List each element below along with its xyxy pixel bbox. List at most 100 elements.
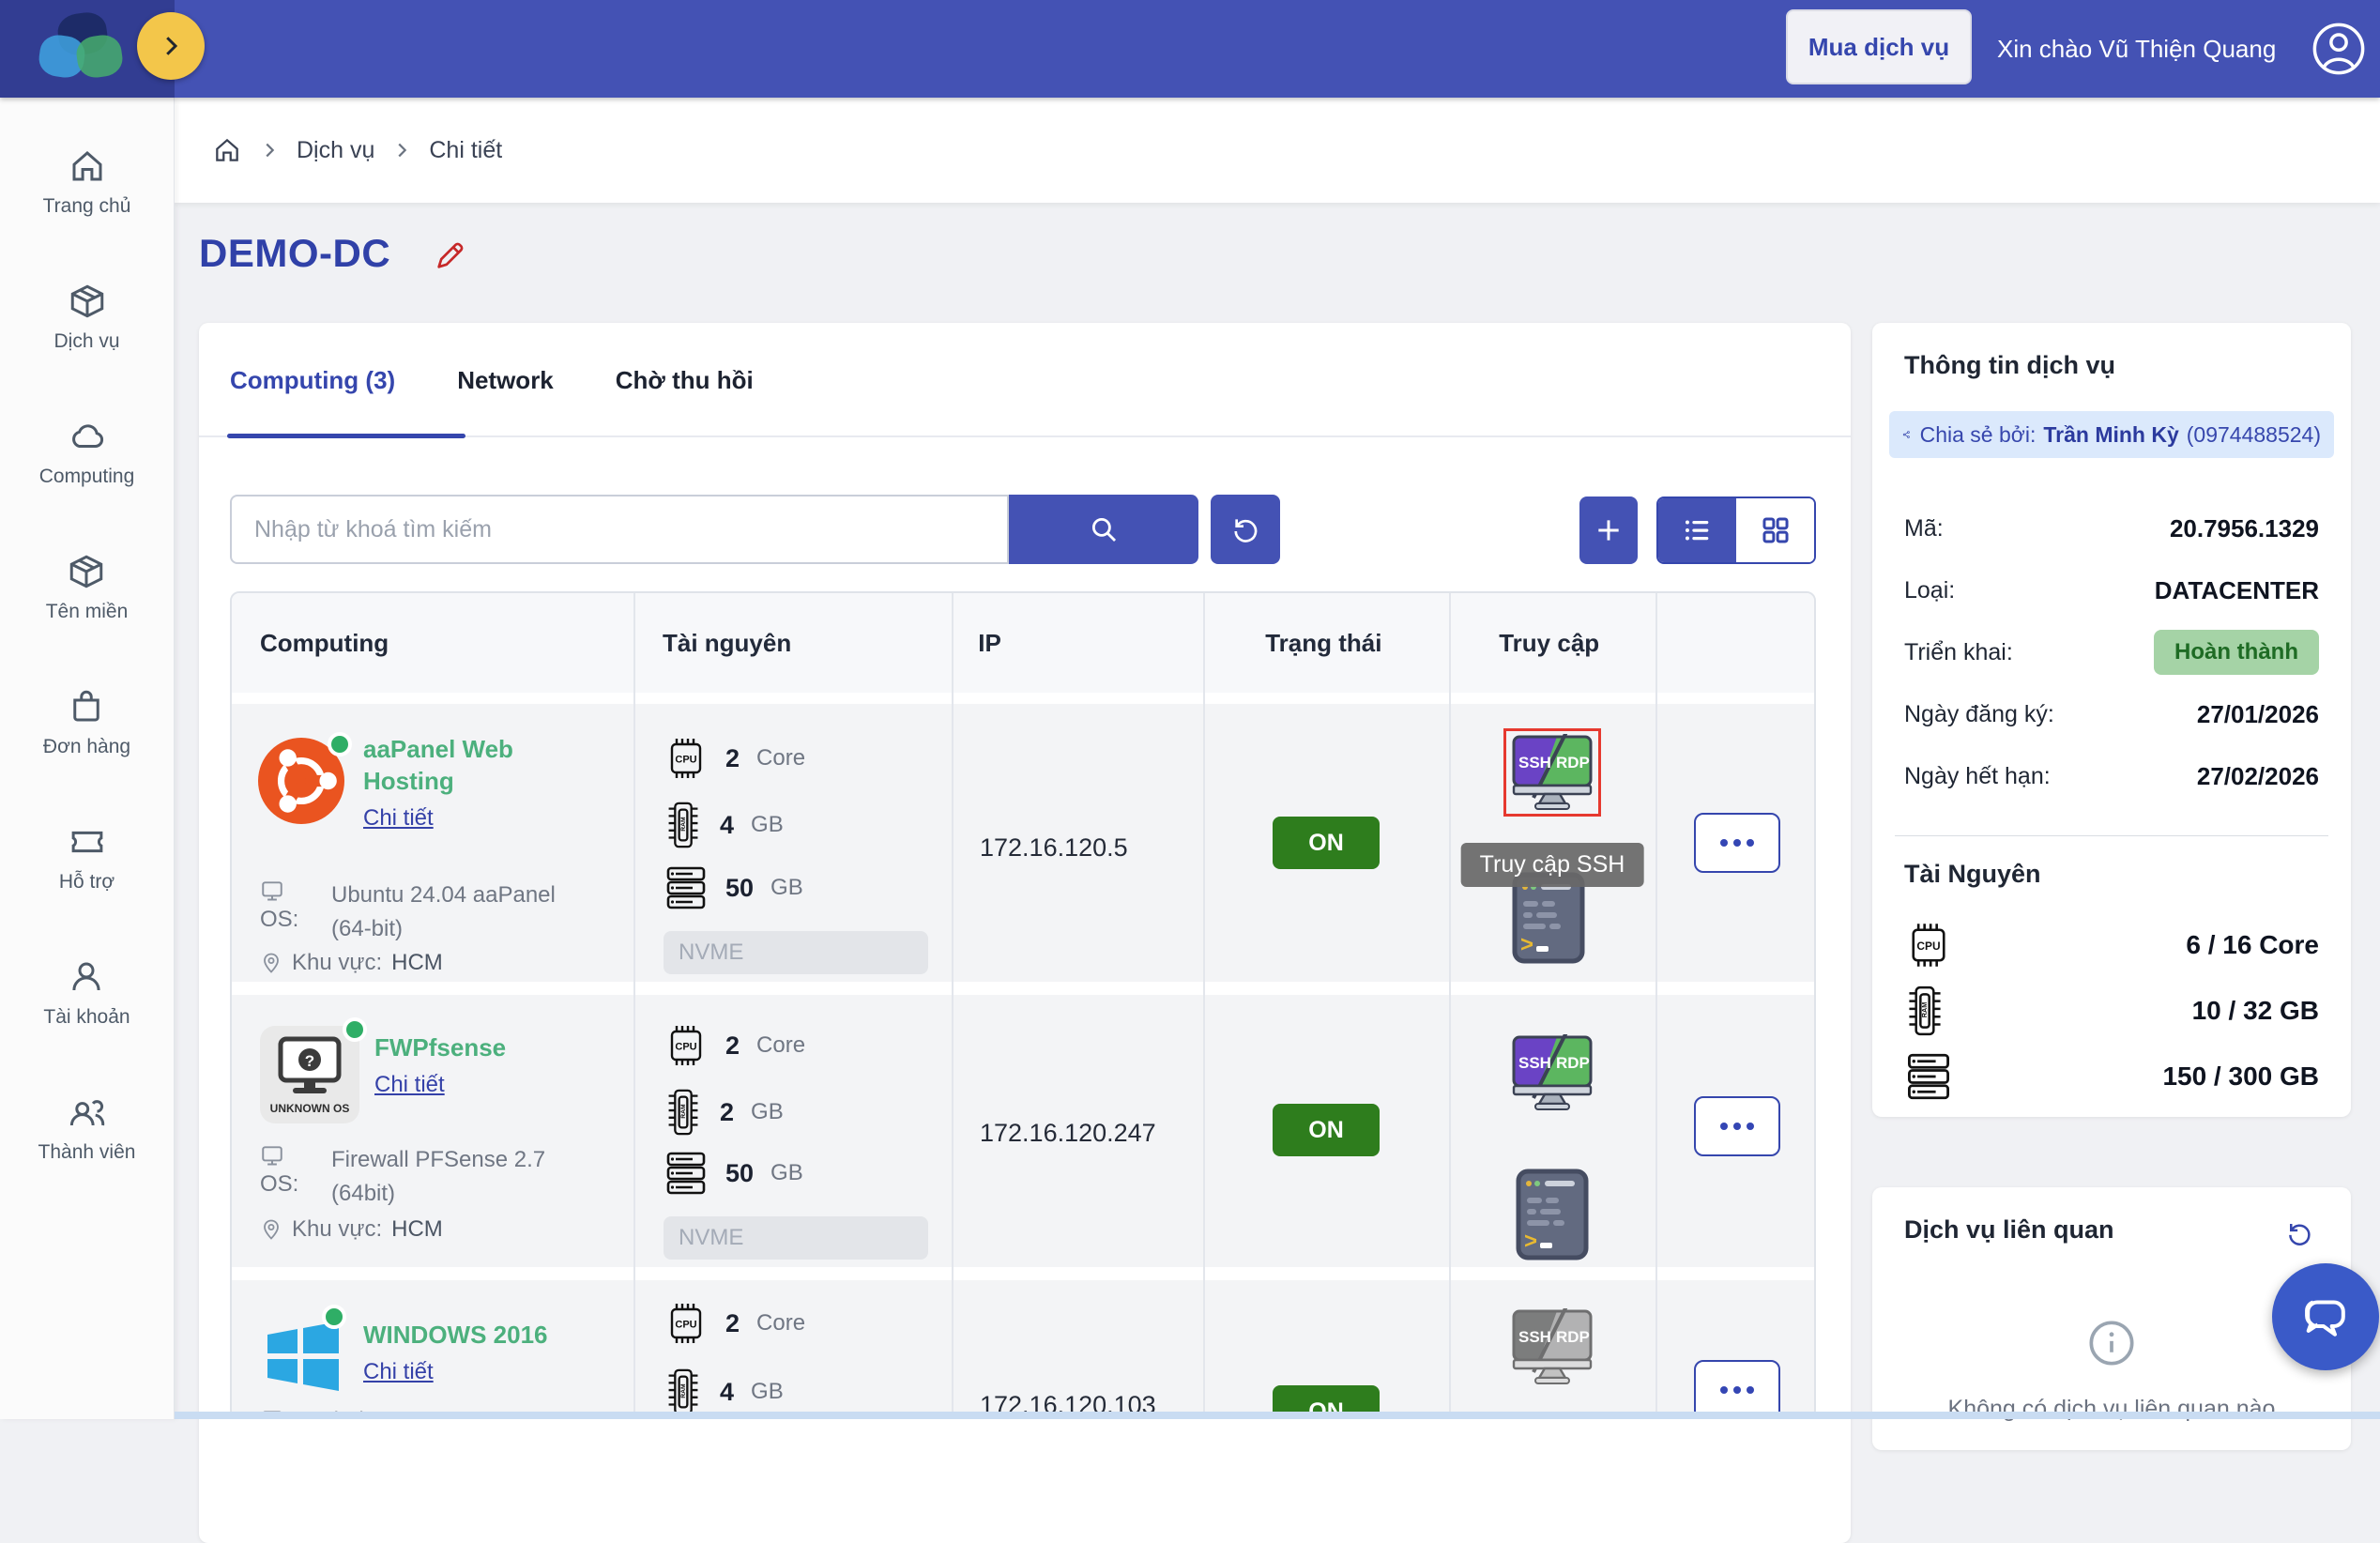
column-divider [952,593,954,1417]
sidebar-item-label: Trang chủ [42,195,131,217]
resource-row-ram: 10 / 32 GB [1904,978,2319,1044]
server-name[interactable]: WINDOWS 2016 [363,1320,617,1352]
disk-value: 50 [725,1158,755,1187]
info-circle-icon [2087,1319,2136,1367]
chevron-right-icon [259,140,280,160]
breadcrumb-services[interactable]: Dịch vụ [297,137,374,164]
shopping-bag-icon [67,687,106,726]
status-dot [328,732,352,756]
view-toggle [1656,497,1816,564]
table-row: FWPfsense Chi tiết OS: Firewall PFSense … [232,995,1814,1267]
grid-view-button[interactable] [1736,498,1814,562]
ram-value: 2 [720,1097,735,1126]
console-access-icon[interactable] [1515,1168,1590,1261]
buy-service-label: Mua dịch vụ [1808,32,1950,61]
code-value: 20.7956.1329 [2169,513,2319,542]
ssh-rdp-access-button[interactable] [1503,728,1601,817]
region-value: HCM [391,950,443,975]
col-header-ip: IP [978,628,1001,657]
user-icon [67,957,106,997]
buy-service-button[interactable]: Mua dịch vụ [1786,9,1972,84]
column-divider [633,593,635,1417]
access-cell [1449,1280,1655,1419]
tab-computing[interactable]: Computing (3) [199,325,426,435]
map-pin-icon [260,1218,282,1241]
sidebar-item-computing[interactable]: Computing [39,417,134,488]
info-row-type: Loại: DATACENTER [1904,559,2319,621]
cpu-unit: Core [756,1310,806,1336]
tab-network[interactable]: Network [426,325,585,435]
ram-icon [664,1087,703,1138]
edit-title-icon[interactable] [434,240,465,272]
sidebar-toggle-button[interactable] [137,12,205,80]
shared-by-phone: (0974488524) [2186,421,2321,447]
home-icon[interactable] [212,135,242,165]
sidebar-item-label: Thành viên [38,1141,136,1163]
sidebar-item-support[interactable]: Hỗ trợ [59,822,114,894]
actions-cell [1655,995,1814,1267]
refresh-icon[interactable] [2285,1219,2313,1247]
status-cell: ON [1203,704,1449,982]
detail-link[interactable]: Chi tiết [363,1359,434,1385]
disk-type-badge: NVME [664,1216,928,1260]
ssh-tooltip: Truy cập SSH [1460,843,1644,887]
cpu-value: 2 [725,1031,740,1060]
search-button[interactable] [1009,495,1198,564]
expires-value: 27/02/2026 [2196,761,2319,790]
more-actions-button[interactable] [1693,813,1780,873]
server-name[interactable]: FWPfsense [374,1032,609,1064]
user-greeting: Xin chào Vũ Thiện Quang [1997,0,2276,98]
sidebar-item-home[interactable]: Trang chủ [42,146,131,218]
detail-link[interactable]: Chi tiết [374,1072,445,1098]
sidebar-item-members[interactable]: Thành viên [38,1092,136,1164]
ip-address: 172.16.120.247 [980,1119,1156,1147]
region-label: Khu vực: [292,1216,383,1242]
column-divider [1655,593,1657,1417]
region-label: Khu vực: [292,950,383,975]
ip-cell: 172.16.120.103 [952,1280,1203,1417]
cpu-total: 6 / 16 Core [2186,930,2319,959]
more-actions-button[interactable] [1693,1096,1780,1156]
ram-unit: GB [751,1099,784,1124]
disk-unit: GB [770,1160,803,1185]
search-input[interactable] [230,495,1009,564]
server-name[interactable]: aaPanel Web Hosting [363,734,607,798]
list-icon [1682,514,1714,546]
sidebar-item-services[interactable]: Dịch vụ [53,282,120,353]
resources-cell: 2 Core 2 GB 50 GB NVME [633,995,952,1267]
home-icon [68,146,107,186]
tab-pending-reclaim[interactable]: Chờ thu hồi [585,325,785,435]
info-row-registered: Ngày đăng ký: 27/01/2026 [1904,683,2319,745]
chat-support-button[interactable] [2272,1263,2379,1370]
tab-bar: Computing (3) Network Chờ thu hồi [199,323,785,437]
list-view-button[interactable] [1658,498,1736,562]
refresh-list-button[interactable] [1211,495,1280,564]
computing-table: Computing Tài nguyên IP Trạng thái Truy … [230,591,1816,1419]
more-actions-button[interactable] [1693,1360,1780,1417]
detail-link[interactable]: Chi tiết [363,805,434,832]
status-dot [322,1305,346,1329]
breadcrumb-detail: Chi tiết [429,136,503,163]
sidebar-item-account[interactable]: Tài khoản [43,957,130,1029]
os-label: OS: [260,1171,299,1197]
sidebar-item-orders[interactable]: Đơn hàng [43,687,130,758]
power-status-button[interactable]: ON [1273,817,1380,869]
col-header-status: Trạng thái [1265,628,1382,657]
resources-cell: 2 Core 4 GB [633,1280,952,1419]
horizontal-scrollbar[interactable] [175,1412,2380,1419]
ticket-icon [68,822,107,862]
ssh-rdp-icon[interactable] [1511,1034,1594,1111]
user-avatar-button[interactable] [2311,21,2367,77]
registered-value: 27/01/2026 [2196,699,2319,728]
sidebar-item-domains[interactable]: Tên miền [46,552,128,623]
power-status-button[interactable]: ON [1273,1104,1380,1156]
access-cell: Truy cập SSH [1449,704,1655,982]
ip-address: 172.16.120.5 [980,833,1128,862]
ellipsis-icon [1732,839,1741,847]
table-row: aaPanel Web Hosting Chi tiết OS: Ubuntu … [232,704,1814,982]
ram-icon [664,800,703,850]
resources-cell: 2 Core 4 GB 50 GB NVME [633,704,952,982]
add-service-button[interactable] [1579,497,1638,564]
cpu-value: 2 [725,743,740,772]
tab-pending-label: Chờ thu hồi [615,365,754,394]
